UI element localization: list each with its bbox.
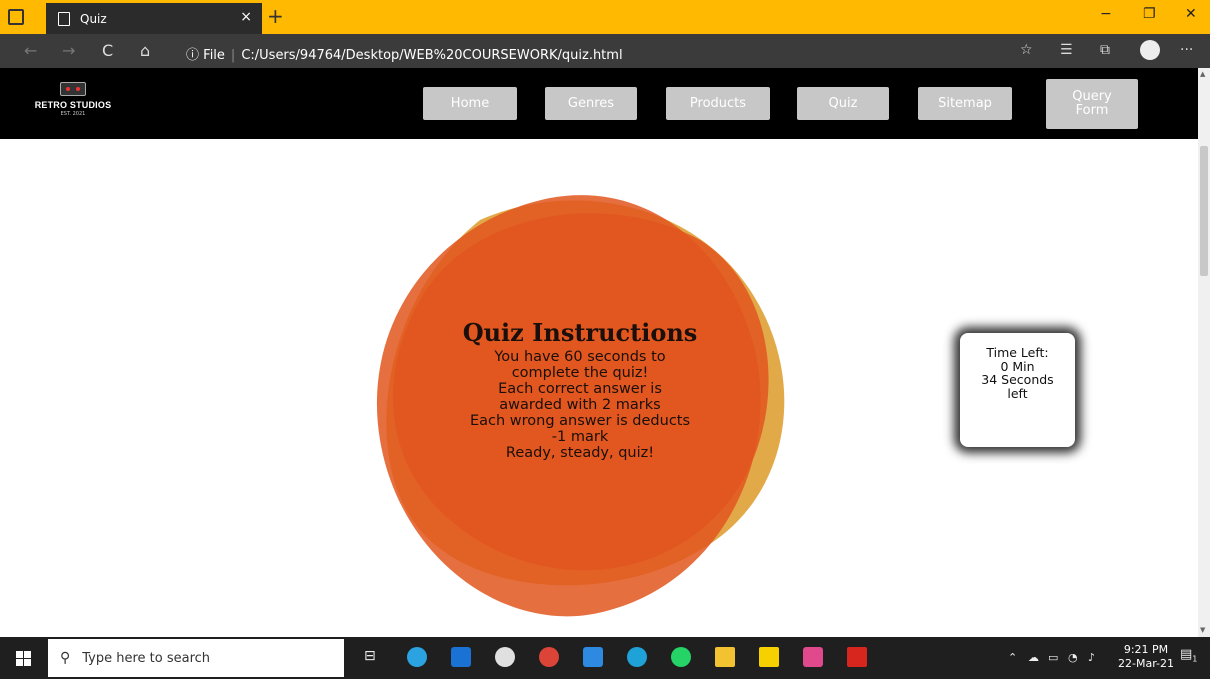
windows-taskbar: ⚲ Type here to search ⊟ ⌃ ☁ ▭ ◔ ♪ 9:21 P… [0,637,1210,679]
logo-name: RETRO STUDIOS [34,100,112,110]
notification-count: 1 [1192,654,1198,664]
task-view-icon[interactable]: ⊟ [364,648,376,664]
refresh-icon[interactable]: C [102,41,113,60]
browser-tab-quiz[interactable]: Quiz × [46,3,262,34]
windows-start-icon[interactable] [16,651,31,666]
acrobat-icon[interactable] [847,647,867,667]
clock-time: 9:21 PM [1123,643,1169,656]
site-logo[interactable]: RETRO STUDIOS EST. 2021 [28,82,118,126]
taskbar-search-input[interactable]: ⚲ Type here to search [48,639,344,677]
jetbrains-icon[interactable] [803,647,823,667]
restore-icon[interactable]: ❐ [1143,6,1156,22]
minimize-icon[interactable]: − [1100,6,1112,22]
quiz-instructions: Quiz Instructions You have 60 seconds to… [430,318,730,461]
scroll-thumb[interactable] [1200,146,1208,276]
scroll-up-icon[interactable]: ▲ [1200,70,1205,78]
new-tab-icon[interactable]: + [267,4,284,28]
nav-query-form-button[interactable]: Query Form [1046,79,1138,129]
timer-card: Time Left: 0 Min 34 Seconds left [960,333,1075,447]
vscode-icon[interactable] [583,647,603,667]
battery-icon[interactable]: ▭ [1048,651,1058,664]
instruction-line: You have 60 seconds to [494,349,666,365]
url-text: C:/Users/94764/Desktop/WEB%20COURSEWORK/… [241,48,623,63]
search-placeholder: Type here to search [82,650,211,666]
app-icon[interactable] [495,647,515,667]
tray-chevron-icon[interactable]: ⌃ [1008,651,1017,664]
instructions-title: Quiz Instructions [462,318,698,347]
cassette-icon [60,82,86,96]
site-header: RETRO STUDIOS EST. 2021 Home Genres Prod… [0,68,1198,139]
menu-icon[interactable]: ··· [1180,42,1193,58]
logo-est: EST. 2021 [60,111,86,117]
tab-title: Quiz [80,11,107,26]
tab-close-icon[interactable]: × [240,9,252,25]
browser-tab-strip: Quiz × + − ❐ ✕ [0,0,1210,34]
url-prefix: File [203,48,225,63]
nav-products-button[interactable]: Products [666,87,770,120]
address-bar: ← → C ⌂ ⓘ File | C:/Users/94764/Desktop/WE… [0,34,1210,68]
timer-seconds: 34 Seconds [981,372,1054,387]
notification-icon[interactable]: ▤1 [1180,647,1197,664]
timer-label: Time Left: [986,345,1049,360]
timer-suffix: left [1007,385,1028,401]
volume-icon[interactable]: ♪ [1088,651,1095,664]
instruction-line: Each wrong answer is deducts [469,413,691,429]
search-icon: ⚲ [60,650,71,666]
nav-genres-button[interactable]: Genres [545,87,637,120]
mail-icon[interactable] [451,647,471,667]
taskbar-clock[interactable]: 9:21 PM 22-Mar-21 [1118,643,1174,671]
forward-icon[interactable]: → [62,41,75,60]
instruction-line: -1 mark [551,429,609,445]
instruction-line: Ready, steady, quiz! [505,445,655,461]
tab-actions-icon[interactable] [8,9,24,25]
whatsapp-icon[interactable] [671,647,691,667]
timer-minutes: 0 Min [1000,358,1035,374]
wifi-icon[interactable]: ◔ [1068,651,1078,664]
onedrive-icon[interactable]: ☁ [1028,651,1039,664]
favorites-list-icon[interactable]: ☰ [1060,42,1073,58]
clock-date: 22-Mar-21 [1118,657,1174,670]
instruction-line: complete the quiz! [511,365,649,381]
home-icon[interactable]: ⌂ [140,41,150,60]
instruction-line: awarded with 2 marks [499,397,661,413]
edge-icon[interactable] [627,647,647,667]
page-scrollbar[interactable]: ▲ ▼ [1198,68,1210,637]
nav-quiz-button[interactable]: Quiz [797,87,889,120]
page-icon [58,11,70,26]
telegram-icon[interactable] [407,647,427,667]
sticky-notes-icon[interactable] [759,647,779,667]
url-field[interactable]: ⓘ File | C:/Users/94764/Desktop/WEB%20COUR… [186,44,623,63]
profile-avatar[interactable] [1140,40,1160,60]
info-icon: ⓘ [186,48,200,63]
nav-home-button[interactable]: Home [423,87,517,120]
nav-sitemap-button[interactable]: Sitemap [918,87,1012,120]
scroll-down-icon[interactable]: ▼ [1200,626,1205,634]
chrome-icon[interactable] [539,647,559,667]
close-window-icon[interactable]: ✕ [1185,6,1197,22]
back-icon[interactable]: ← [24,41,37,60]
favorite-star-icon[interactable]: ☆ [1020,42,1033,58]
file-explorer-icon[interactable] [715,647,735,667]
collections-icon[interactable]: ⧉ [1100,42,1110,58]
instruction-line: Each correct answer is [498,381,662,397]
